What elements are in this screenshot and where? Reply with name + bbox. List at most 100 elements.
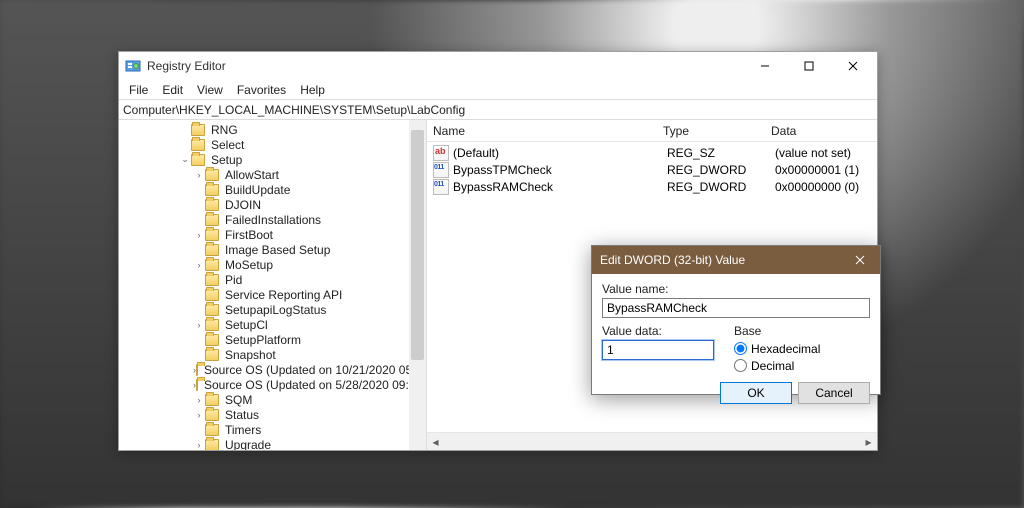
tree-firstboot[interactable]: FirstBoot <box>223 228 275 242</box>
tree-sqm[interactable]: SQM <box>223 393 254 407</box>
folder-icon <box>205 349 219 361</box>
folder-icon <box>205 229 219 241</box>
folder-icon <box>191 154 205 166</box>
folder-icon <box>205 184 219 196</box>
tree-upgrade[interactable]: Upgrade <box>223 438 273 451</box>
tree-failed[interactable]: FailedInstallations <box>223 213 323 227</box>
cancel-button[interactable]: Cancel <box>798 382 870 404</box>
chevron-right-icon[interactable]: › <box>193 259 205 271</box>
folder-icon <box>205 409 219 421</box>
folder-icon <box>191 124 205 136</box>
path-text: Computer\HKEY_LOCAL_MACHINE\SYSTEM\Setup… <box>123 103 873 117</box>
menu-favorites[interactable]: Favorites <box>231 82 292 98</box>
list-hscrollbar[interactable]: ◂ ▸ <box>427 432 877 450</box>
tree-source1[interactable]: Source OS (Updated on 10/21/2020 05:54:5… <box>202 363 427 377</box>
dialog-close-button[interactable] <box>840 246 880 274</box>
chevron-right-icon[interactable]: › <box>193 439 205 451</box>
folder-icon <box>205 274 219 286</box>
tree-source2[interactable]: Source OS (Updated on 5/28/2020 09:50:15… <box>202 378 427 392</box>
value-data: (value not set) <box>775 146 871 160</box>
window-title: Registry Editor <box>147 59 226 73</box>
chevron-right-icon[interactable]: › <box>193 409 205 421</box>
chevron-right-icon[interactable]: › <box>193 169 205 181</box>
menu-help[interactable]: Help <box>294 82 331 98</box>
tree-rng[interactable]: RNG <box>209 123 240 137</box>
scroll-right-icon[interactable]: ▸ <box>860 433 877 450</box>
folder-icon <box>205 304 219 316</box>
folder-icon <box>205 259 219 271</box>
folder-icon <box>205 439 219 451</box>
value-data-input[interactable] <box>602 340 714 360</box>
tree-setupcl[interactable]: SetupCl <box>223 318 270 332</box>
folder-icon <box>205 199 219 211</box>
chevron-down-icon[interactable]: ⌄ <box>179 154 191 166</box>
maximize-button[interactable] <box>787 53 831 79</box>
folder-icon <box>205 334 219 346</box>
label-base: Base <box>734 324 870 338</box>
label-value-name: Value name: <box>602 282 870 296</box>
menu-edit[interactable]: Edit <box>156 82 189 98</box>
radio-dec-input[interactable] <box>734 359 747 372</box>
value-type: REG_DWORD <box>667 180 775 194</box>
dword-value-icon <box>433 162 449 178</box>
tree-allowstart[interactable]: AllowStart <box>223 168 281 182</box>
minimize-button[interactable] <box>743 53 787 79</box>
col-name[interactable]: Name <box>433 124 663 138</box>
edit-dword-dialog: Edit DWORD (32-bit) Value Value name: Va… <box>591 245 881 395</box>
folder-icon <box>196 364 198 376</box>
radio-hex-input[interactable] <box>734 342 747 355</box>
tree-servicereport[interactable]: Service Reporting API <box>223 288 344 302</box>
menu-view[interactable]: View <box>191 82 229 98</box>
address-bar[interactable]: Computer\HKEY_LOCAL_MACHINE\SYSTEM\Setup… <box>119 100 877 120</box>
tree-setup[interactable]: Setup <box>209 153 244 167</box>
list-item[interactable]: BypassRAMCheck REG_DWORD 0x00000000 (0) <box>433 178 871 195</box>
value-name: BypassRAMCheck <box>453 180 667 194</box>
folder-icon <box>205 319 219 331</box>
tree-imagebased[interactable]: Image Based Setup <box>223 243 332 257</box>
col-type[interactable]: Type <box>663 124 771 138</box>
tree-snapshot[interactable]: Snapshot <box>223 348 278 362</box>
list-item[interactable]: BypassTPMCheck REG_DWORD 0x00000001 (1) <box>433 161 871 178</box>
menu-file[interactable]: File <box>123 82 154 98</box>
folder-icon <box>196 379 198 391</box>
radio-hex[interactable]: Hexadecimal <box>734 340 870 357</box>
list-header: Name Type Data <box>427 120 877 142</box>
value-data: 0x00000000 (0) <box>775 180 871 194</box>
tree-djoin[interactable]: DJOIN <box>223 198 263 212</box>
tree-setupplatform[interactable]: SetupPlatform <box>223 333 303 347</box>
dialog-title: Edit DWORD (32-bit) Value <box>600 253 840 267</box>
tree-pid[interactable]: Pid <box>223 273 244 287</box>
dialog-titlebar[interactable]: Edit DWORD (32-bit) Value <box>592 246 880 274</box>
folder-icon <box>205 394 219 406</box>
folder-icon <box>205 244 219 256</box>
label-value-data: Value data: <box>602 324 714 338</box>
col-data[interactable]: Data <box>771 124 877 138</box>
folder-icon <box>205 424 219 436</box>
list-item[interactable]: (Default) REG_SZ (value not set) <box>433 144 871 161</box>
radio-dec[interactable]: Decimal <box>734 357 870 374</box>
ok-button[interactable]: OK <box>720 382 792 404</box>
folder-icon <box>205 214 219 226</box>
folder-icon <box>205 169 219 181</box>
close-button[interactable] <box>831 53 875 79</box>
tree-timers[interactable]: Timers <box>223 423 263 437</box>
value-name: (Default) <box>453 146 667 160</box>
scroll-left-icon[interactable]: ◂ <box>427 433 444 450</box>
chevron-right-icon[interactable]: › <box>193 394 205 406</box>
value-type: REG_SZ <box>667 146 775 160</box>
chevron-right-icon[interactable]: › <box>193 319 205 331</box>
value-name-input[interactable] <box>602 298 870 318</box>
tree-setupapi[interactable]: SetupapiLogStatus <box>223 303 328 317</box>
titlebar[interactable]: Registry Editor <box>119 52 877 80</box>
tree-scrollbar[interactable] <box>409 120 426 450</box>
tree-buildupdate[interactable]: BuildUpdate <box>223 183 292 197</box>
string-value-icon <box>433 145 449 161</box>
folder-icon <box>191 139 205 151</box>
folder-icon <box>205 289 219 301</box>
tree-mosetup[interactable]: MoSetup <box>223 258 275 272</box>
tree-select[interactable]: Select <box>209 138 246 152</box>
chevron-right-icon[interactable]: › <box>193 229 205 241</box>
tree-status[interactable]: Status <box>223 408 261 422</box>
value-data: 0x00000001 (1) <box>775 163 871 177</box>
dword-value-icon <box>433 179 449 195</box>
